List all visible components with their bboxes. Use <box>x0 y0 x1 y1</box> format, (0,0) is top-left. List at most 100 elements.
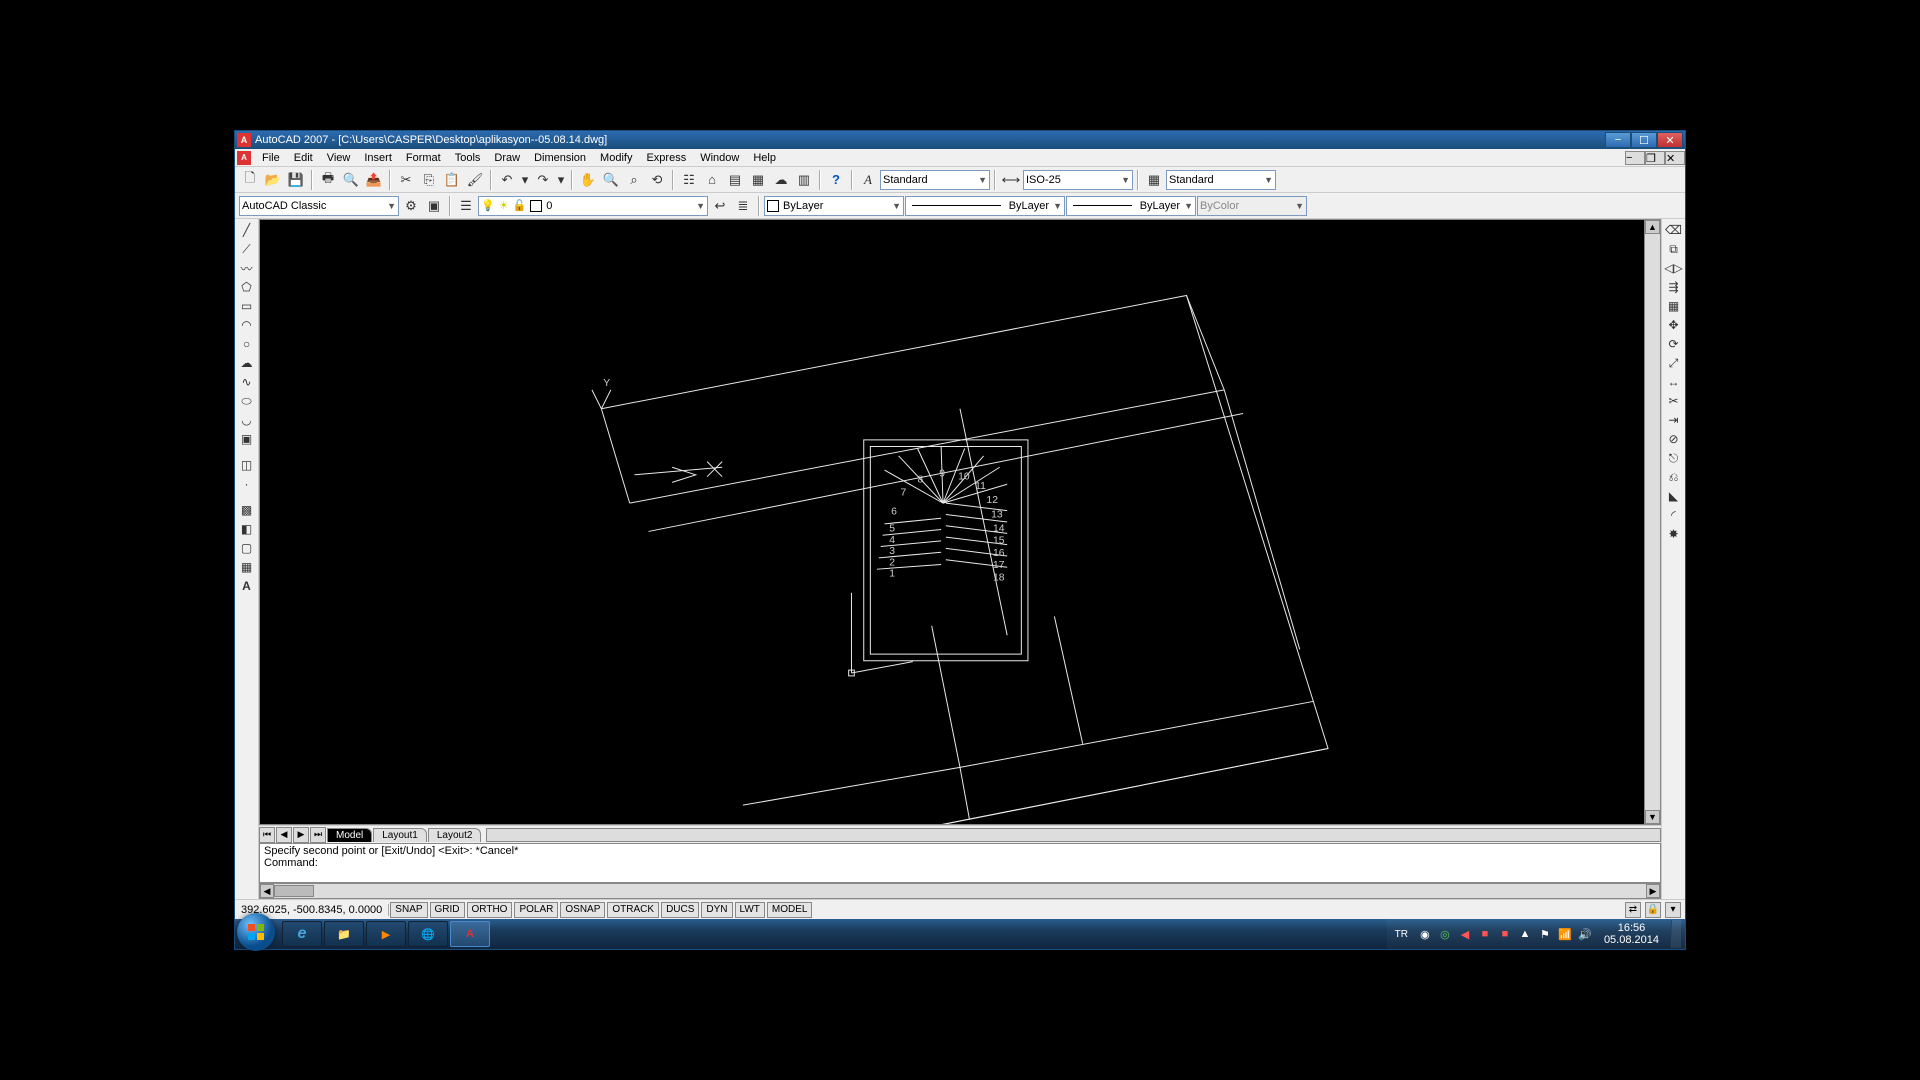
open-icon[interactable]: 📂 <box>262 169 284 191</box>
menu-view[interactable]: View <box>320 150 358 166</box>
task-media-player[interactable]: ▶ <box>366 921 406 947</box>
cut-icon[interactable]: ✂ <box>395 169 417 191</box>
zoom-previous-icon[interactable]: ⟲ <box>646 169 668 191</box>
zoom-realtime-icon[interactable]: 🔍 <box>600 169 622 191</box>
task-ie[interactable]: e <box>282 921 322 947</box>
mdi-minimize-button[interactable]: − <box>1625 151 1645 165</box>
trim-icon[interactable]: ✂ <box>1664 392 1684 410</box>
language-indicator[interactable]: TR <box>1391 929 1412 940</box>
tray-flag-icon[interactable]: ⚑ <box>1538 927 1552 941</box>
rectangle-icon[interactable]: ▭ <box>237 297 257 315</box>
ellipse-arc-icon[interactable]: ◡ <box>237 411 257 429</box>
command-window[interactable]: Specify second point or [Exit/Undo] <Exi… <box>259 843 1661 883</box>
tab-nav-first-icon[interactable]: ⏮ <box>259 827 275 843</box>
canvas-vertical-scrollbar[interactable]: ▲ ▼ <box>1644 220 1660 824</box>
tray-icon-5[interactable]: ■ <box>1498 927 1512 941</box>
menu-insert[interactable]: Insert <box>357 150 399 166</box>
table-style-combo[interactable]: Standard▼ <box>1166 170 1276 190</box>
show-desktop-button[interactable] <box>1671 920 1681 948</box>
tray-volume-icon[interactable]: 🔊 <box>1578 927 1592 941</box>
scroll-down-icon[interactable]: ▼ <box>1645 810 1660 824</box>
toggle-polar[interactable]: POLAR <box>514 902 558 918</box>
sheet-set-icon[interactable]: ▦ <box>747 169 769 191</box>
stretch-icon[interactable]: ↔ <box>1664 373 1684 391</box>
break-at-point-icon[interactable]: ⊘ <box>1664 430 1684 448</box>
menu-help[interactable]: Help <box>746 150 783 166</box>
tray-clock[interactable]: 16:56 05.08.2014 <box>1598 922 1665 946</box>
layer-combo[interactable]: 💡 ☀ 🔓 0 ▼ <box>478 196 708 216</box>
mdi-close-button[interactable]: ✕ <box>1665 151 1685 165</box>
properties-icon[interactable]: ☷ <box>678 169 700 191</box>
help-icon[interactable]: ? <box>825 169 847 191</box>
tab-model[interactable]: Model <box>327 828 372 842</box>
circle-icon[interactable]: ○ <box>237 335 257 353</box>
menu-tools[interactable]: Tools <box>448 150 488 166</box>
offset-icon[interactable]: ⇶ <box>1664 278 1684 296</box>
layer-previous-icon[interactable]: ↩ <box>709 195 731 217</box>
lineweight-combo[interactable]: ByLayer▼ <box>1066 196 1196 216</box>
linetype-combo[interactable]: ByLayer▼ <box>905 196 1065 216</box>
zoom-window-icon[interactable]: ⌕ <box>623 169 645 191</box>
workspace-combo[interactable]: AutoCAD Classic▼ <box>239 196 399 216</box>
text-style-combo[interactable]: Standard▼ <box>880 170 990 190</box>
toggle-osnap[interactable]: OSNAP <box>560 902 605 918</box>
layer-properties-icon[interactable]: ☰ <box>455 195 477 217</box>
table-icon[interactable]: ▦ <box>237 558 257 576</box>
minimize-button[interactable]: − <box>1605 132 1631 148</box>
plot-icon[interactable]: 🖶 <box>317 169 339 191</box>
my-workspace-icon[interactable]: ▣ <box>423 195 445 217</box>
menu-file[interactable]: File <box>255 150 287 166</box>
toggle-grid[interactable]: GRID <box>430 902 465 918</box>
toggle-lwt[interactable]: LWT <box>735 902 765 918</box>
revision-cloud-icon[interactable]: ☁ <box>237 354 257 372</box>
plot-preview-icon[interactable]: 🔍 <box>340 169 362 191</box>
menu-draw[interactable]: Draw <box>487 150 527 166</box>
close-button[interactable]: ✕ <box>1657 132 1683 148</box>
move-icon[interactable]: ✥ <box>1664 316 1684 334</box>
tray-icon-3[interactable]: ◀ <box>1458 927 1472 941</box>
table-style-icon[interactable]: ▦ <box>1143 169 1165 191</box>
dim-style-combo[interactable]: ISO-25▼ <box>1023 170 1133 190</box>
canvas-horizontal-scrollbar[interactable] <box>486 828 1661 842</box>
tray-icon-2[interactable]: ◎ <box>1438 927 1452 941</box>
quickcalc-icon[interactable]: ▥ <box>793 169 815 191</box>
document-icon[interactable]: A <box>237 151 251 165</box>
toggle-snap[interactable]: SNAP <box>390 902 427 918</box>
scroll-up-icon[interactable]: ▲ <box>1645 220 1660 234</box>
status-tray-icon[interactable]: ▾ <box>1665 902 1681 918</box>
copy-object-icon[interactable]: ⧉ <box>1664 240 1684 258</box>
toggle-ortho[interactable]: ORTHO <box>467 902 513 918</box>
mirror-icon[interactable]: ◁▷ <box>1664 259 1684 277</box>
tool-palettes-icon[interactable]: ▤ <box>724 169 746 191</box>
explode-icon[interactable]: ✸ <box>1664 525 1684 543</box>
drawing-canvas[interactable]: Y <box>259 219 1661 825</box>
menu-edit[interactable]: Edit <box>287 150 320 166</box>
tab-nav-last-icon[interactable]: ⏭ <box>310 827 326 843</box>
status-comm-icon[interactable]: ⇄ <box>1625 902 1641 918</box>
line-icon[interactable]: ╱ <box>237 221 257 239</box>
menu-dimension[interactable]: Dimension <box>527 150 593 166</box>
chamfer-icon[interactable]: ◣ <box>1664 487 1684 505</box>
tab-layout2[interactable]: Layout2 <box>428 828 482 842</box>
toggle-dyn[interactable]: DYN <box>701 902 732 918</box>
hatch-icon[interactable]: ▩ <box>237 501 257 519</box>
pan-icon[interactable]: ✋ <box>577 169 599 191</box>
markup-icon[interactable]: ☁ <box>770 169 792 191</box>
undo-icon[interactable]: ↶ <box>496 169 518 191</box>
redo-dropdown-icon[interactable]: ▾ <box>555 169 567 191</box>
toggle-model[interactable]: MODEL <box>767 902 813 918</box>
menu-window[interactable]: Window <box>693 150 746 166</box>
make-block-icon[interactable]: ◫ <box>237 456 257 474</box>
paste-icon[interactable]: 📋 <box>441 169 463 191</box>
region-icon[interactable]: ▢ <box>237 539 257 557</box>
toggle-otrack[interactable]: OTRACK <box>607 902 659 918</box>
array-icon[interactable]: ▦ <box>1664 297 1684 315</box>
task-chrome[interactable]: 🌐 <box>408 921 448 947</box>
copy-icon[interactable]: ⎘ <box>418 169 440 191</box>
spline-icon[interactable]: ∿ <box>237 373 257 391</box>
menu-express[interactable]: Express <box>639 150 693 166</box>
fillet-icon[interactable]: ◜ <box>1664 506 1684 524</box>
match-properties-icon[interactable]: 🖌 <box>464 169 486 191</box>
tab-layout1[interactable]: Layout1 <box>373 828 427 842</box>
status-lock-icon[interactable]: 🔒 <box>1645 902 1661 918</box>
